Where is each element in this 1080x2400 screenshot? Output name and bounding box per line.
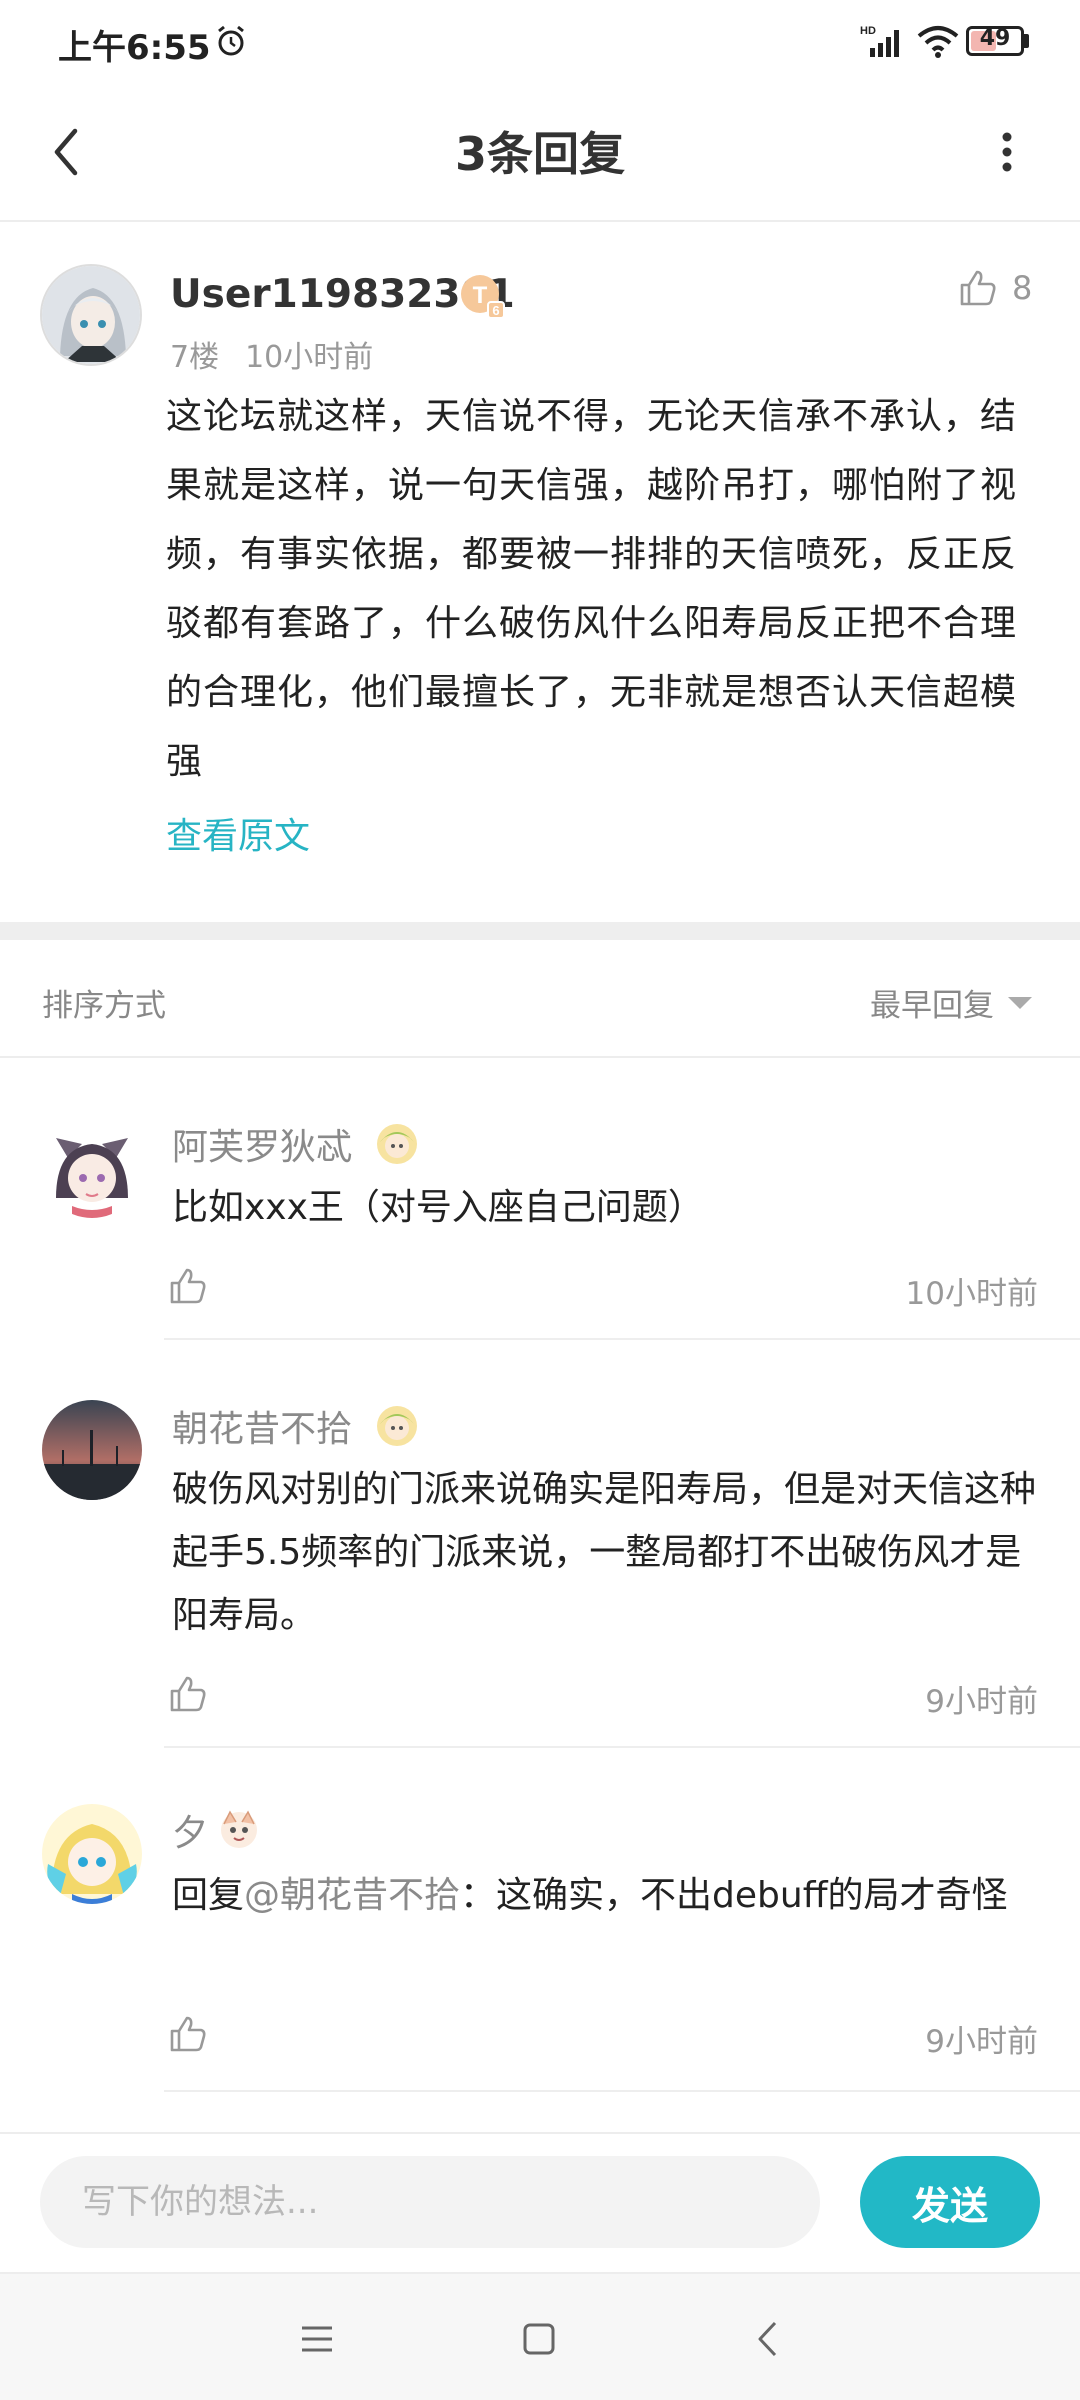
badge-letter: T [473,282,488,309]
app-header: 3条回复 [0,84,1080,222]
comment-input[interactable] [40,2156,820,2248]
home-square-icon [523,2323,555,2355]
nav-back-icon [758,2321,777,2357]
thumbs-up-icon[interactable] [168,2014,208,2054]
reply-username[interactable]: 阿芙罗狄忒 [172,1118,352,1170]
more-button[interactable] [982,112,1032,192]
reply-prefix: 回复 [172,1875,245,1916]
alarm-icon [218,25,244,56]
view-original-link[interactable]: 查看原文 [166,807,310,859]
mention-link[interactable]: @朝花昔不拾 [244,1875,460,1916]
post-time: 10小时前 [245,340,374,375]
sort-bar: 排序方式 最早回复 [0,940,1080,1058]
avatar-image [42,1400,142,1500]
caret-down-icon [1008,996,1032,1009]
battery-cap [1024,34,1029,48]
sort-dropdown[interactable]: 最早回复 [870,980,1032,1025]
reply-text: 回复@朝花昔不拾：这确实，不出debuff的局才奇怪 [172,1864,1044,1927]
reply-item: 朝花昔不拾 破伤风对别的门派来说确实是阳寿局，但是对天信这种起手5.5频率的门派… [0,1340,1080,1748]
user-badge-icon [377,1406,417,1446]
svg-text:HD: HD [860,25,876,37]
comment-composer: 发送 [0,2132,1080,2272]
reply-username[interactable]: 朝花昔不拾 [172,1400,352,1452]
nav-back-button[interactable] [732,2304,802,2374]
badge-sub: 6 [492,303,499,318]
battery-icon: 49 [966,26,1024,56]
reply-divider [164,2090,1080,2092]
nav-menu-button[interactable] [282,2304,352,2374]
avatar[interactable] [42,1804,142,1904]
user-badge-icon [221,1810,257,1848]
user-badge-icon [377,1124,417,1164]
post-meta: 7楼 10小时前 [170,332,399,376]
level-badge-icon: T 6 [461,275,505,319]
reply-item: 夕 回复@朝花昔不拾：这确实，不出debuff的局才奇怪 9小时前 [0,1748,1080,2094]
avatar[interactable] [40,264,142,366]
thumbs-up-icon[interactable] [168,1266,208,1306]
avatar-image [42,1118,142,1218]
reply-text: 比如xxx王（对号入座自己问题） [172,1187,704,1228]
reply-text: 破伤风对别的门派来说确实是阳寿局，但是对天信这种起手5.5频率的门派来说，一整局… [172,1469,1037,1636]
reply-item: 阿芙罗狄忒 比如xxx王（对号入座自己问题） 10小时前 [0,1058,1080,1340]
section-divider [0,922,1080,940]
menu-icon [302,2326,332,2352]
reply-body: ：这确实，不出debuff的局才奇怪 [460,1875,1008,1916]
main-post: User119832301 T 6 8 7楼 10小时前 这论坛就这样，天信说不得… [0,222,1080,922]
system-nav-bar [0,2272,1080,2400]
reply-time: 10小时前 [905,1276,1038,1312]
post-body: 这论坛就这样，天信说不得，无论天信承不承认，结果就是这样，说一句天信强，越阶吊打… [166,396,1018,782]
sort-selected: 最早回复 [870,988,994,1024]
post-like-button[interactable]: 8 [958,268,1032,308]
reply-username[interactable]: 夕 [172,1804,208,1856]
avatar-image [42,1804,142,1904]
signal-icon: HD [860,25,899,57]
post-floor: 7楼 [170,340,220,375]
page-title: 3条回复 [454,127,625,181]
status-bar: 上午6:55 HD 49 [0,0,1080,84]
thumbs-up-icon [960,270,996,306]
thumbs-up-icon[interactable] [168,1674,208,1714]
more-icon [1002,132,1012,172]
send-button[interactable]: 发送 [860,2156,1040,2248]
nav-home-button[interactable] [504,2304,574,2374]
battery-level: 49 [979,26,1011,51]
post-like-count: 8 [1012,269,1033,307]
wifi-icon [917,26,959,58]
reply-time: 9小时前 [925,1684,1038,1720]
status-time: 上午6:55 [58,28,211,68]
reply-time: 9小时前 [925,2024,1038,2060]
sort-label: 排序方式 [42,988,166,1024]
avatar-image [42,266,140,364]
avatar[interactable] [42,1400,142,1500]
avatar[interactable] [42,1118,142,1218]
